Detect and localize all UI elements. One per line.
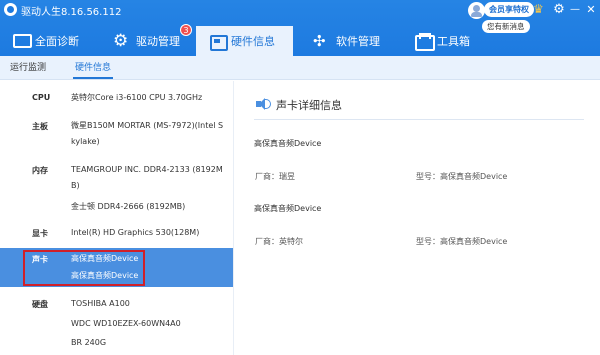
settings-icon[interactable]: ⚙ [552,2,566,18]
hardware-list: CPU 英特尔Core i3-6100 CPU 3.70GHz 主板 微星B15… [0,81,233,355]
avatar-icon[interactable] [468,2,485,19]
detail-divider [254,119,584,120]
memory-value-line: 金士顿 DDR4-2666 (8192MB) [71,202,186,211]
memory-value-line: B) [71,181,80,190]
vendor-value: 瑞昱 [279,172,295,181]
tab-software-management[interactable]: ✣ 软件管理 [313,26,393,56]
subtab-bar: 运行监测 硬件信息 [0,56,600,80]
news-badge[interactable]: 您有新消息 [482,20,530,33]
tab-label: 软件管理 [336,35,380,48]
puzzle-icon: ✣ [313,32,326,50]
minimize-button[interactable]: — [568,2,582,18]
toolbox-icon [414,33,435,51]
tab-label: 驱动管理 [136,35,180,48]
subtab-active-indicator [73,77,113,79]
device-name: 高保真音频Device [254,204,322,213]
speaker-wave-icon [265,99,271,109]
memory-value-line: TEAMGROUP INC. DDR4-2133 (8192M [71,165,223,174]
memory-label: 内存 [32,166,48,175]
model-value: 高保真音频Device [440,237,508,246]
chip-icon [208,33,228,51]
highlight-box [23,250,145,286]
disk-value-line: TOSHIBA A100 [71,299,130,308]
update-count-badge: 3 [180,24,192,36]
tab-label: 全面诊断 [35,35,79,48]
vendor-label: 厂商： [255,237,279,246]
app-title: 驱动人生8.16.56.112 [21,7,122,18]
tab-toolbox[interactable]: 工具箱 [414,26,484,56]
tab-full-diagnosis[interactable]: 全面诊断 [12,26,92,56]
member-badge[interactable]: 会员享特权 [484,2,534,17]
disk-value-line: BR 240G [71,338,107,347]
cpu-label: CPU [32,93,51,102]
board-value-line: 微星B150M MORTAR (MS-7972)(Intel S [71,121,224,130]
model-label: 型号： [416,172,440,181]
tab-hardware-info[interactable]: 硬件信息 [196,26,293,56]
monitor-icon [12,33,32,49]
vendor-value: 英特尔 [279,237,303,246]
close-button[interactable]: ✕ [584,2,598,18]
app-logo-icon [4,3,17,16]
device-name: 高保真音频Device [254,139,322,148]
disk-value-line: WDC WD10EZEX-60WN4A0 [71,319,181,328]
disk-label: 硬盘 [32,300,48,309]
gear-icon: ⚙ [113,31,129,51]
top-header: 驱动人生8.16.56.112 会员享特权 ♛ 您有新消息 ⚙ — ✕ 全面诊断… [0,0,600,56]
tab-label: 硬件信息 [231,35,275,48]
subtab-monitoring[interactable]: 运行监测 [10,56,46,80]
board-label: 主板 [32,122,48,131]
tab-label: 工具箱 [437,35,470,48]
panel-divider [233,81,234,355]
board-value-line: kylake) [71,137,100,146]
vendor-label: 厂商： [255,172,279,181]
crown-icon: ♛ [533,2,544,16]
gpu-value: Intel(R) HD Graphics 530(128M) [71,228,200,237]
cpu-value: 英特尔Core i3-6100 CPU 3.70GHz [71,93,203,102]
model-label: 型号： [416,237,440,246]
detail-title: 声卡详细信息 [276,99,342,112]
model-value: 高保真音频Device [440,172,508,181]
gpu-label: 显卡 [32,229,48,238]
